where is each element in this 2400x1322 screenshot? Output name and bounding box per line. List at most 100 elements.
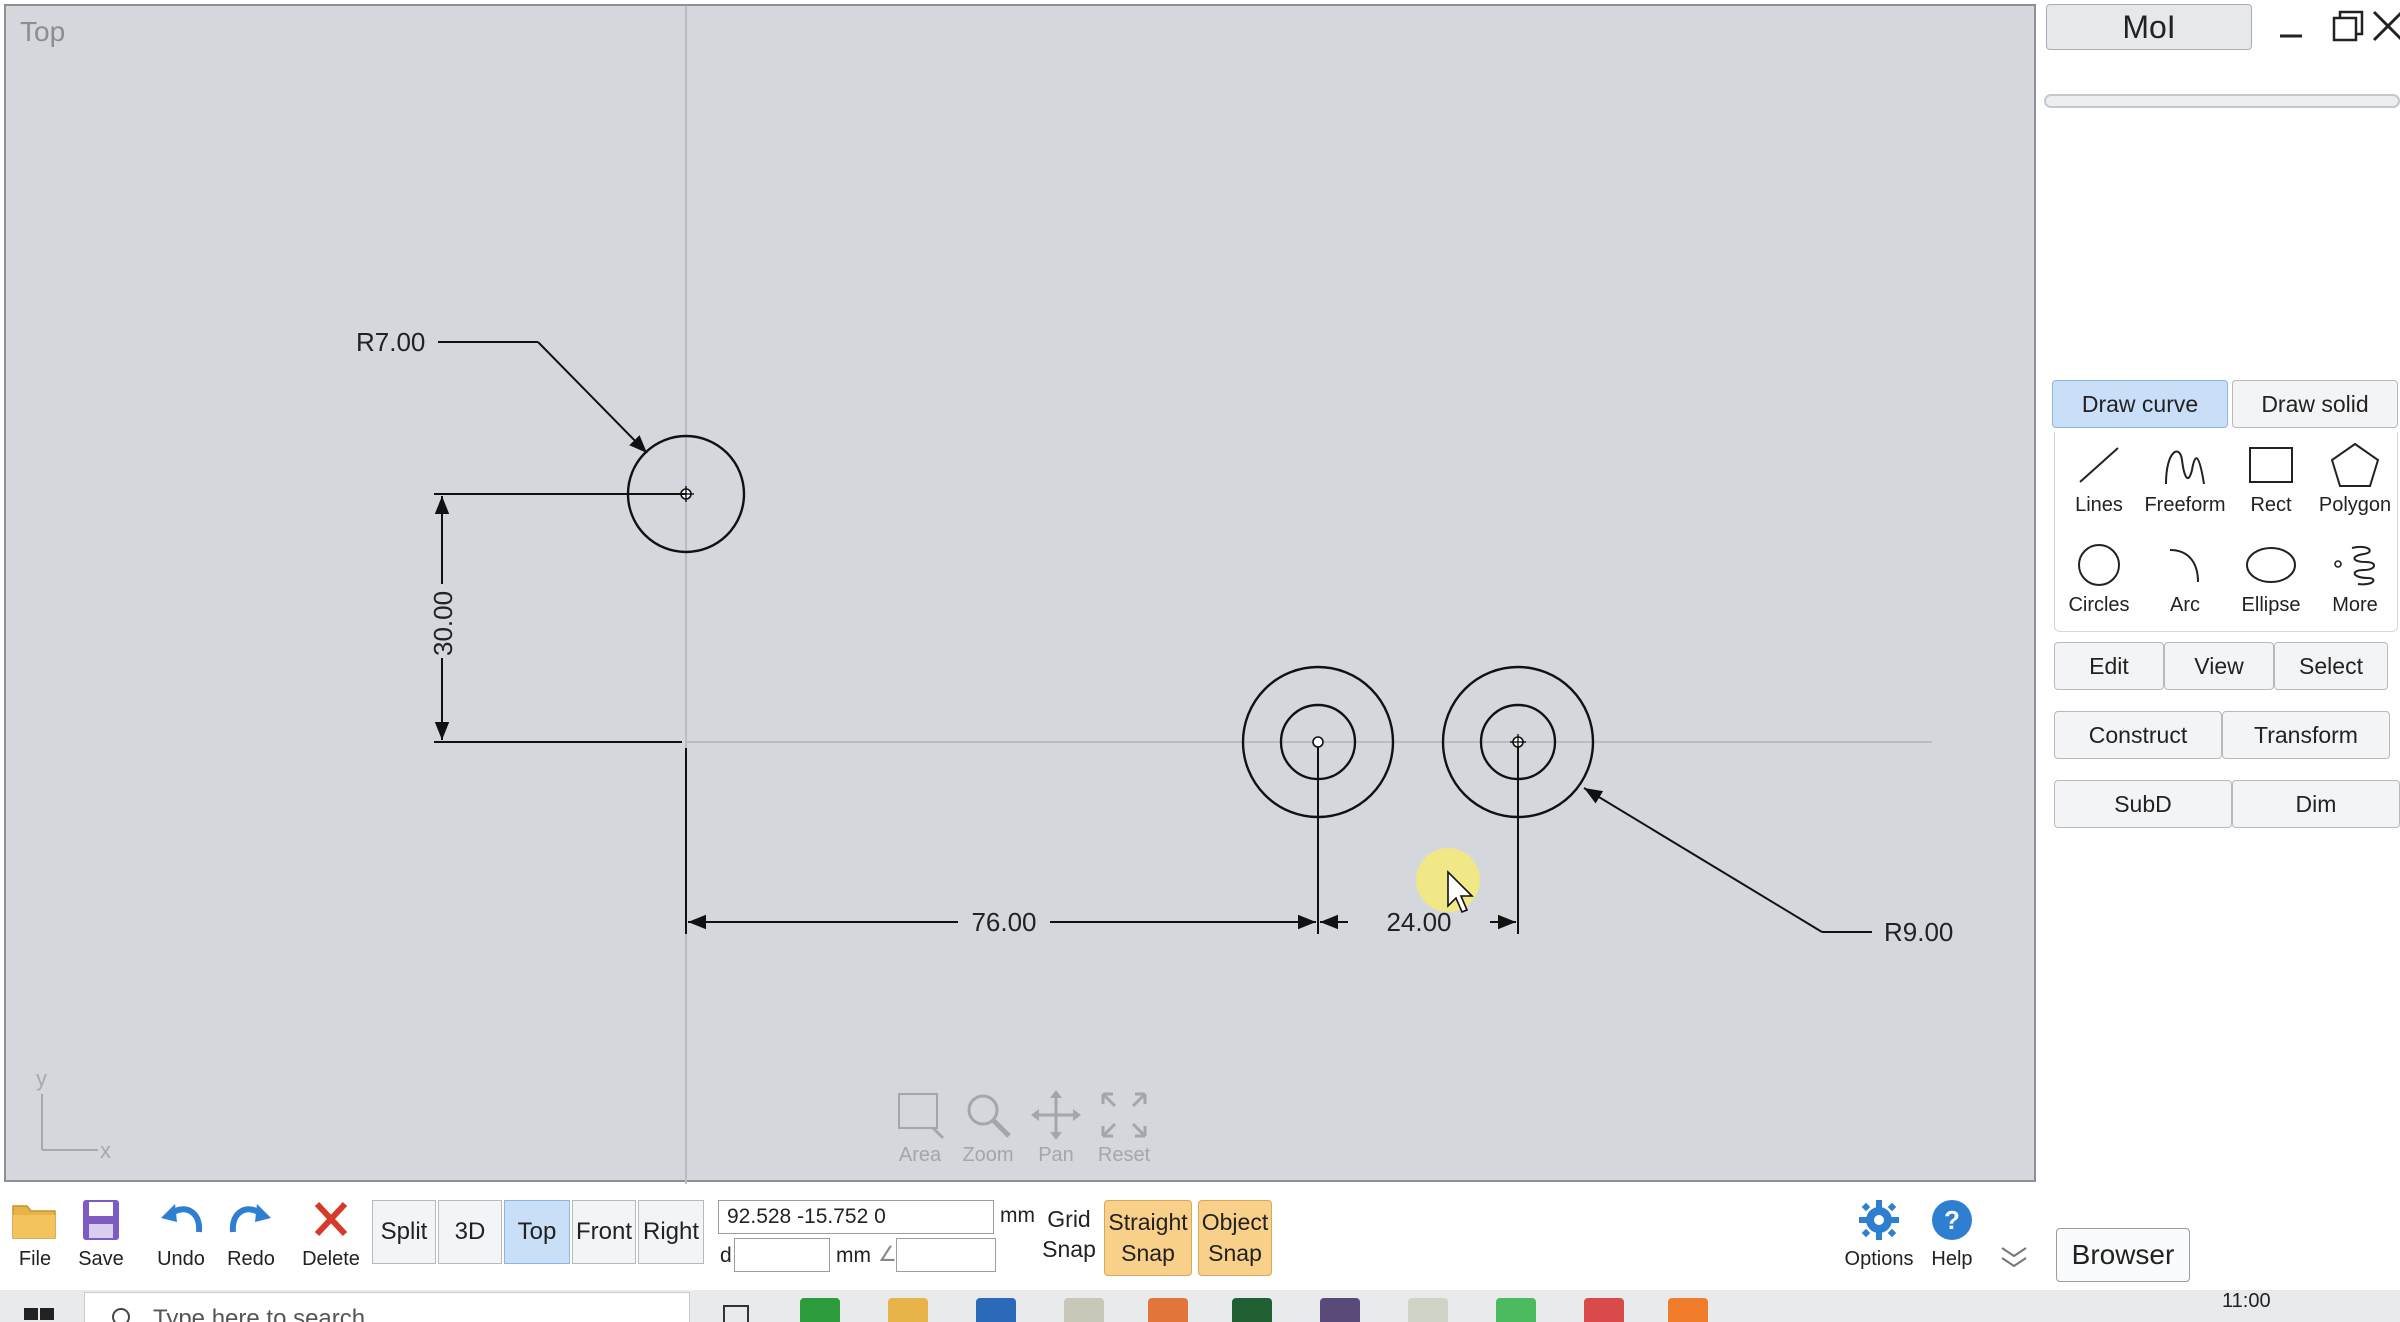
redo-icon (229, 1204, 271, 1233)
grid-snap-toggle[interactable]: Grid Snap (1042, 1204, 1096, 1264)
app-red-icon[interactable] (1584, 1298, 1624, 1322)
app-refresh-icon[interactable] (1496, 1298, 1536, 1322)
app-title: MoI (2046, 4, 2252, 50)
moi-active-app-icon[interactable] (1408, 1298, 1448, 1322)
gear-icon (1859, 1200, 1899, 1240)
zoom-area-label: Area (898, 1144, 942, 1166)
subd-button[interactable]: SubD (2054, 780, 2232, 828)
delete-x-icon (314, 1201, 348, 1237)
arc-tool[interactable]: Arc (2141, 536, 2229, 632)
dim-button[interactable]: Dim (2232, 780, 2400, 828)
pan-label: Pan (1038, 1144, 1074, 1166)
reset-label: Reset (1097, 1144, 1151, 1166)
view-front-button[interactable]: Front (572, 1200, 636, 1264)
distance-input[interactable] (734, 1238, 830, 1272)
edit-button[interactable]: Edit (2054, 642, 2164, 690)
axis-y-label: y (36, 1066, 47, 1091)
zoom-area-icon (898, 1093, 945, 1140)
help-label: Help (1931, 1248, 1973, 1270)
options-button[interactable]: Options (1842, 1186, 1916, 1290)
view-top-button[interactable]: Top (504, 1200, 570, 1264)
close-icon (2372, 10, 2400, 42)
straight-snap-toggle[interactable]: Straight Snap (1104, 1200, 1192, 1276)
app-purple-icon[interactable] (1320, 1298, 1360, 1322)
grid-snap-line1: Grid (1047, 1206, 1091, 1232)
freeform-tool[interactable]: Freeform (2141, 436, 2229, 532)
minimize-button[interactable] (2272, 6, 2312, 46)
dim-vertical-30[interactable]: 30.00 (428, 493, 686, 743)
distance-label: d (720, 1244, 732, 1267)
reset-view-icon (1101, 1092, 1147, 1138)
ellipse-tool[interactable]: Ellipse (2227, 536, 2315, 632)
zoom-area-button[interactable]: Area (886, 1088, 954, 1167)
double-chevron-down-icon (2001, 1247, 2027, 1268)
dim-horizontal-76[interactable]: 76.00 (685, 747, 1319, 937)
angle-input[interactable] (896, 1238, 996, 1272)
taskbar-clock[interactable]: 11:00 (2222, 1290, 2271, 1313)
polygon-tool[interactable]: Polygon (2311, 436, 2399, 532)
select-button[interactable]: Select (2274, 642, 2388, 690)
zoom-button[interactable]: Zoom (954, 1088, 1022, 1167)
leader-r7[interactable]: R7.00 (356, 327, 648, 454)
file-explorer-icon[interactable] (888, 1298, 928, 1322)
view-split-button[interactable]: Split (372, 1200, 436, 1264)
edge-legacy-icon[interactable] (976, 1298, 1016, 1322)
lines-tool[interactable]: Lines (2055, 436, 2143, 532)
app-orange-icon[interactable] (1668, 1298, 1708, 1322)
more-label: More (2332, 594, 2378, 616)
start-button[interactable] (22, 1302, 58, 1322)
restore-button[interactable] (2328, 6, 2368, 46)
firefox-icon[interactable] (1148, 1298, 1188, 1322)
browser-button[interactable]: Browser (2056, 1228, 2190, 1282)
construction-axes (685, 6, 1932, 1184)
object-snap-toggle[interactable]: Object Snap (1198, 1200, 1272, 1276)
arc-icon (2169, 549, 2199, 583)
moi-app-icon[interactable] (1064, 1298, 1104, 1322)
drawing-canvas[interactable]: R7.00 30.00 76.00 24.00 R9.00 y x (6, 6, 2038, 1184)
expand-toolbar-button[interactable] (1996, 1242, 2032, 1272)
panel-scrollbar[interactable] (2044, 94, 2400, 108)
construct-transform-row: Construct Transform (2054, 711, 2400, 761)
ellipse-icon (2246, 547, 2296, 583)
app-green-icon[interactable] (1232, 1298, 1272, 1322)
reset-view-button[interactable]: Reset (1090, 1088, 1158, 1167)
angle-icon: ∠ (878, 1243, 897, 1266)
coordinate-input[interactable]: 92.528 -15.752 0 (718, 1200, 994, 1234)
view-button[interactable]: View (2164, 642, 2274, 690)
view-3d-button[interactable]: 3D (438, 1200, 502, 1264)
circles-tool[interactable]: Circles (2055, 536, 2143, 632)
construct-button[interactable]: Construct (2054, 711, 2222, 759)
tab-draw-curve[interactable]: Draw curve (2052, 380, 2228, 428)
view-right-button[interactable]: Right (638, 1200, 704, 1264)
dim-horizontal-24[interactable]: 24.00 (1320, 747, 1519, 937)
tab-draw-solid[interactable]: Draw solid (2232, 380, 2398, 428)
pan-button[interactable]: Pan (1022, 1088, 1090, 1167)
freeform-curve-icon (2165, 450, 2205, 485)
close-button[interactable] (2368, 6, 2400, 46)
transform-button[interactable]: Transform (2222, 711, 2390, 759)
help-button[interactable]: ? Help (1918, 1186, 1986, 1290)
leader-r9[interactable]: R9.00 (1583, 787, 1953, 947)
undo-button[interactable]: Undo (146, 1186, 216, 1290)
edit-view-select-row: Edit View Select (2054, 642, 2400, 692)
command-panel: MoI Draw curve Draw solid Lines Freeform… (2042, 0, 2400, 1290)
redo-button[interactable]: Redo (216, 1186, 286, 1290)
task-view-icon[interactable] (718, 1298, 758, 1322)
save-button[interactable]: Save (66, 1186, 136, 1290)
taskbar-search[interactable]: Type here to search (84, 1292, 690, 1322)
edge-browser-icon[interactable] (800, 1298, 840, 1322)
svg-text:?: ? (1944, 1205, 1960, 1235)
more-tool[interactable]: More (2311, 536, 2399, 632)
lines-label: Lines (2075, 494, 2123, 516)
file-button[interactable]: File (0, 1186, 70, 1290)
dim-label-30: 30.00 (428, 591, 458, 656)
top-viewport[interactable]: Top R7.00 30.00 76.00 24.00 R9.00 y x Ar… (4, 4, 2038, 1184)
search-placeholder: Type here to search (153, 1305, 366, 1322)
rectangle-icon (2249, 447, 2293, 483)
windows-logo-icon (24, 1308, 54, 1320)
magnifier-icon (967, 1094, 1011, 1138)
subd-dim-row: SubD Dim (2054, 780, 2400, 830)
delete-button[interactable]: Delete (296, 1186, 366, 1290)
polygon-label: Polygon (2318, 494, 2392, 516)
rect-tool[interactable]: Rect (2227, 436, 2315, 532)
